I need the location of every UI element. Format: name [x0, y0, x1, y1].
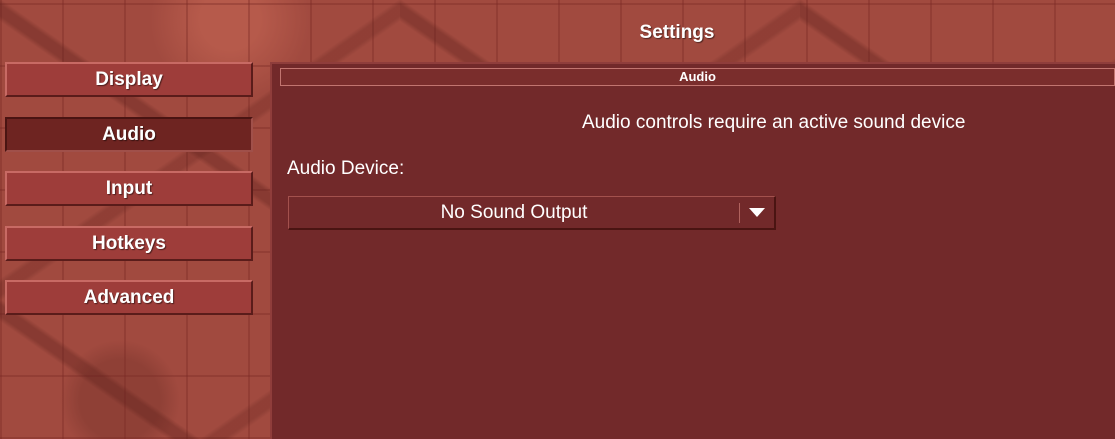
audio-device-label: Audio Device:	[287, 158, 405, 179]
sidebar-item-input[interactable]: Input	[5, 171, 253, 206]
sidebar-item-label: Input	[105, 177, 153, 199]
dropdown-divider	[739, 203, 740, 223]
settings-title: Settings	[639, 22, 715, 43]
sidebar-item-label: Hotkeys	[92, 232, 166, 254]
sidebar-item-label: Audio	[102, 123, 156, 145]
sidebar-item-hotkeys[interactable]: Hotkeys	[5, 226, 253, 261]
sidebar-item-label: Advanced	[83, 286, 175, 308]
sidebar-item-audio[interactable]: Audio	[5, 117, 253, 152]
audio-device-notice: Audio controls require an active sound d…	[582, 112, 966, 133]
audio-settings-panel: Audio Audio controls require an active s…	[270, 62, 1115, 439]
sidebar-item-display[interactable]: Display	[5, 62, 253, 97]
sidebar-item-label: Display	[95, 68, 163, 90]
audio-device-value: No Sound Output	[440, 201, 588, 223]
panel-header: Audio	[280, 68, 1115, 86]
audio-device-select[interactable]: No Sound Output	[288, 196, 776, 230]
sidebar-item-advanced[interactable]: Advanced	[5, 280, 253, 315]
chevron-down-icon[interactable]	[749, 208, 765, 217]
